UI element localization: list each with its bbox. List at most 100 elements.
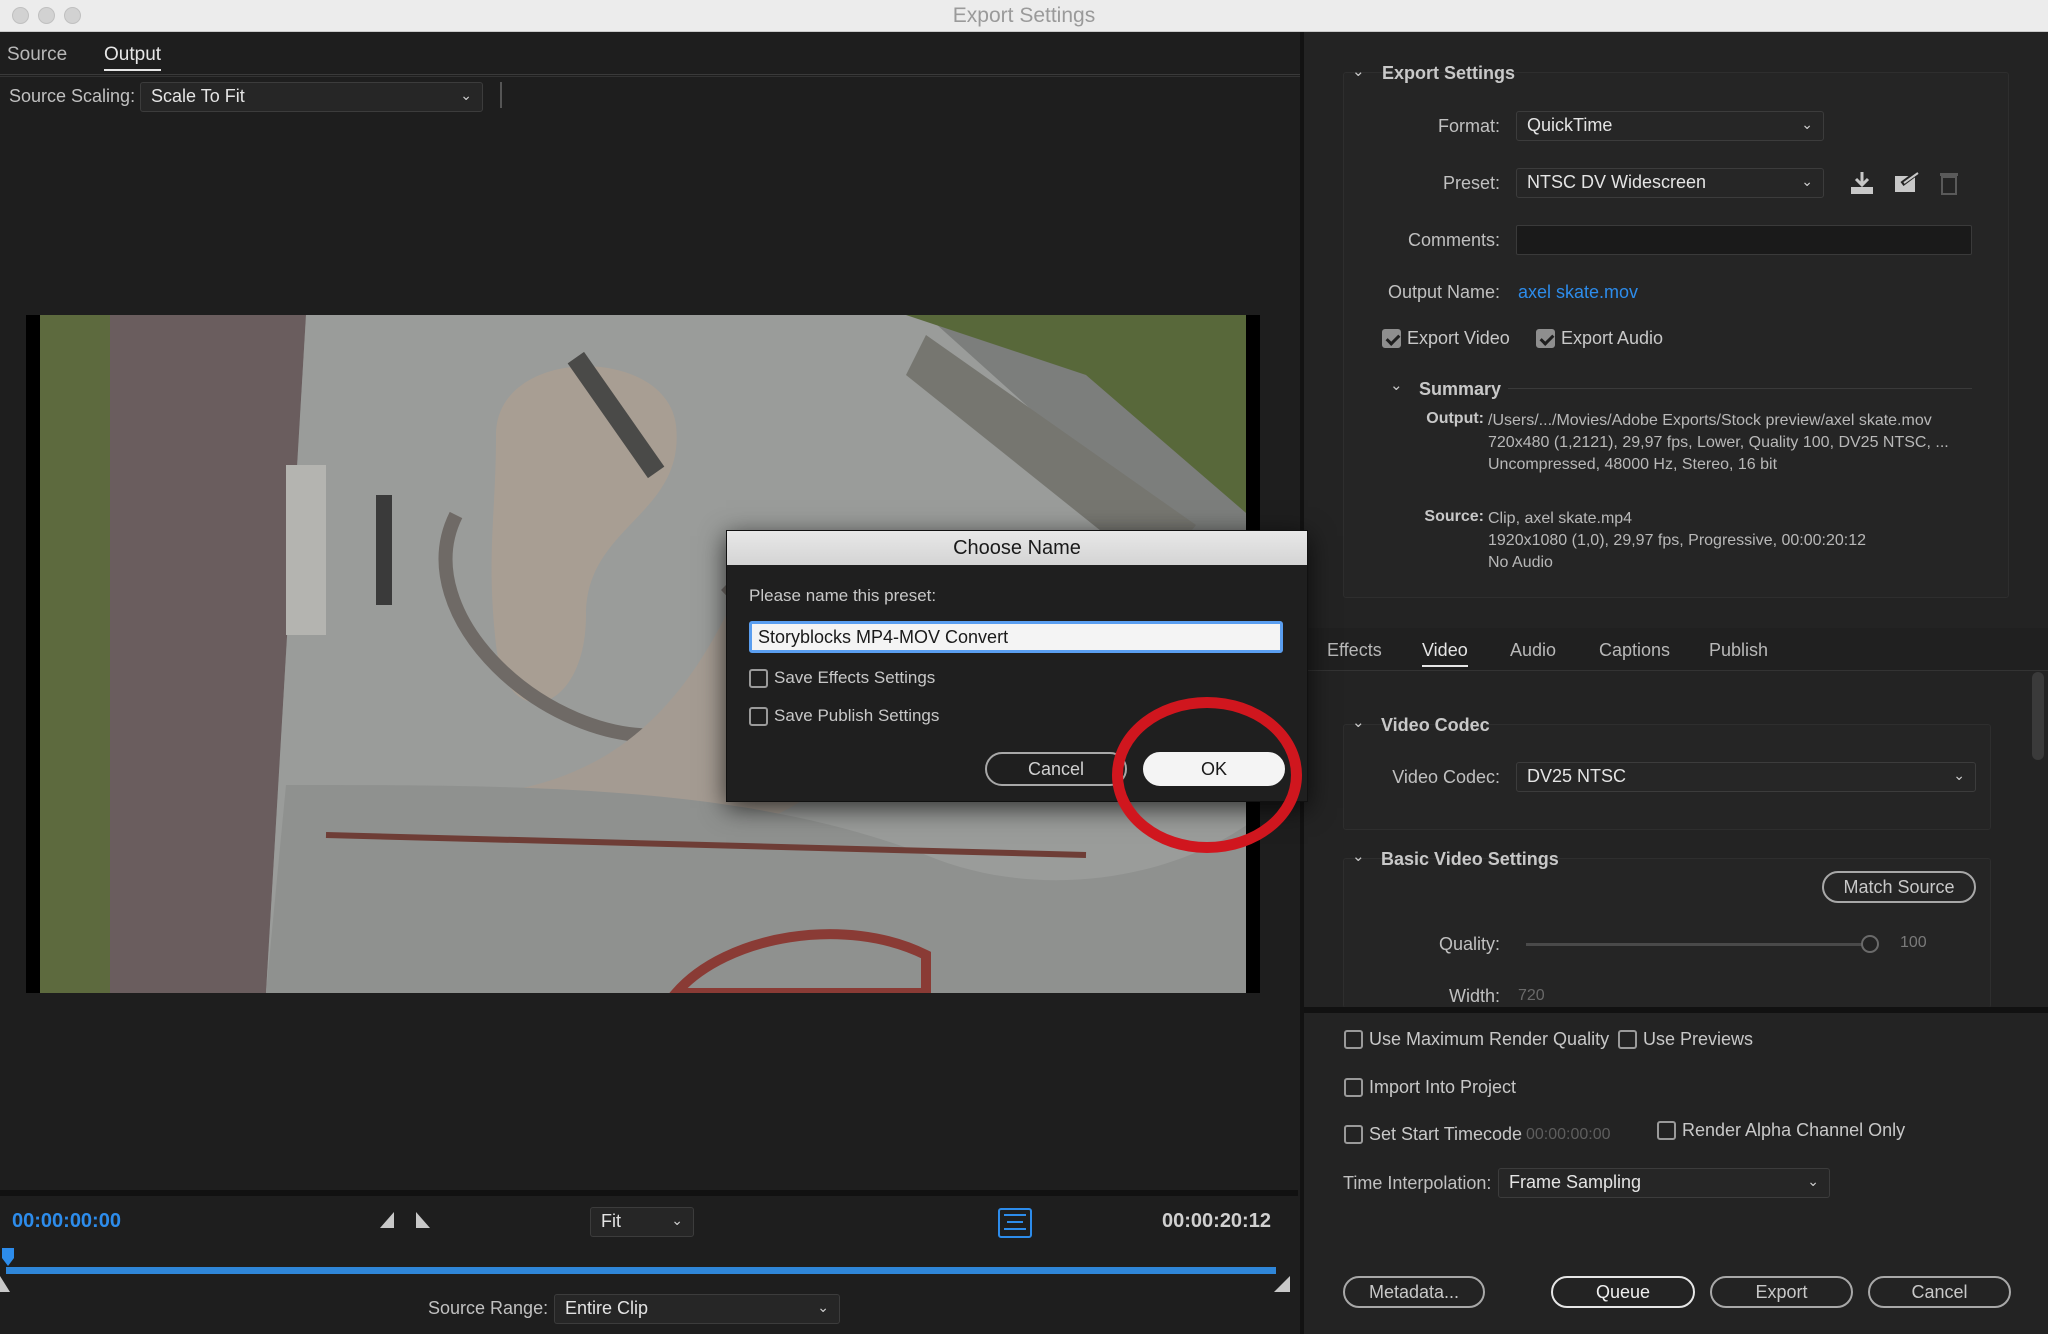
video-codec-title: Video Codec	[1381, 715, 1490, 735]
comments-input[interactable]	[1516, 225, 1972, 255]
import-preset-icon[interactable]	[1892, 170, 1920, 196]
work-area-end-icon[interactable]	[1274, 1276, 1290, 1292]
summary-title: Summary	[1419, 379, 1502, 399]
export-button[interactable]: Export	[1710, 1276, 1853, 1308]
save-publish-checkbox[interactable]: Save Publish Settings	[749, 706, 939, 726]
save-preset-icon[interactable]	[1848, 170, 1876, 196]
match-source-button[interactable]: Match Source	[1822, 871, 1976, 903]
chevron-down-icon: ⌄	[460, 87, 472, 103]
summary-chevron-icon[interactable]: ⌄	[1390, 376, 1403, 394]
collapse-chevron-icon[interactable]: ⌄	[1352, 713, 1365, 731]
preset-dropdown[interactable]: NTSC DV Widescreen ⌄	[1516, 168, 1824, 198]
timeline-scrubber[interactable]	[6, 1267, 1276, 1274]
tab-source[interactable]: Source	[7, 44, 67, 66]
dialog-title: Choose Name	[727, 531, 1307, 565]
tab-captions[interactable]: Captions	[1599, 640, 1670, 661]
basic-video-title: Basic Video Settings	[1381, 849, 1559, 869]
preset-name-input[interactable]	[749, 621, 1283, 653]
time-interpolation-dropdown[interactable]: Frame Sampling ⌄	[1498, 1168, 1830, 1198]
source-scaling-value: Scale To Fit	[151, 86, 245, 106]
quality-value: 100	[1900, 934, 1927, 951]
set-in-point-icon[interactable]	[380, 1212, 394, 1228]
title-bar: Export Settings	[0, 0, 2048, 32]
chevron-down-icon: ⌄	[1807, 1173, 1819, 1189]
export-audio-checkbox[interactable]: Export Audio	[1536, 328, 1663, 349]
settings-scrollbar[interactable]	[2032, 672, 2044, 760]
chevron-down-icon: ⌄	[1953, 767, 1965, 783]
import-into-project-checkbox[interactable]: Import Into Project	[1344, 1077, 1516, 1098]
source-range-dropdown[interactable]: Entire Clip ⌄	[554, 1294, 840, 1324]
source-range-label: Source Range:	[428, 1298, 549, 1318]
toolbar-separator	[500, 82, 502, 108]
summary-output-key: Output:	[1426, 410, 1484, 427]
save-effects-label: Save Effects Settings	[774, 668, 936, 687]
max-render-quality-checkbox[interactable]: Use Maximum Render Quality	[1344, 1029, 1609, 1050]
tab-video[interactable]: Video	[1422, 640, 1468, 667]
source-scaling-label: Source Scaling:	[9, 86, 136, 106]
format-value: QuickTime	[1527, 115, 1613, 135]
set-start-timecode-label: Set Start Timecode	[1369, 1124, 1523, 1144]
source-range-value: Entire Clip	[565, 1298, 649, 1318]
summary-output-line-1: /Users/.../Movies/Adobe Exports/Stock pr…	[1488, 412, 1932, 429]
zoom-value: Fit	[601, 1211, 621, 1231]
export-video-checkbox[interactable]: Export Video	[1382, 328, 1510, 349]
summary-source-key: Source:	[1424, 508, 1484, 525]
format-label: Format:	[1437, 116, 1500, 136]
set-start-timecode-checkbox[interactable]: Set Start Timecode	[1344, 1124, 1522, 1145]
comments-label: Comments:	[1407, 230, 1500, 250]
cancel-button[interactable]: Cancel	[1868, 1276, 2011, 1308]
current-timecode[interactable]: 00:00:00:00	[12, 1210, 121, 1233]
work-area-start-icon[interactable]	[0, 1276, 10, 1292]
source-scaling-dropdown[interactable]: Scale To Fit ⌄	[140, 82, 483, 112]
tab-effects[interactable]: Effects	[1327, 640, 1382, 661]
window-title: Export Settings	[952, 4, 1096, 27]
render-alpha-checkbox[interactable]: Render Alpha Channel Only	[1657, 1120, 1905, 1141]
set-out-point-icon[interactable]	[416, 1212, 430, 1228]
delete-preset-icon[interactable]	[1938, 170, 1960, 196]
max-render-quality-label: Use Maximum Render Quality	[1369, 1029, 1610, 1049]
export-video-label: Export Video	[1407, 328, 1510, 348]
zoom-dropdown[interactable]: Fit ⌄	[590, 1207, 694, 1237]
save-publish-label: Save Publish Settings	[774, 706, 940, 725]
ok-highlight-circle	[1112, 697, 1302, 853]
quality-slider[interactable]	[1526, 943, 1870, 946]
quality-slider-knob[interactable]	[1861, 935, 1879, 953]
tab-bar-divider	[1304, 670, 2048, 671]
render-alpha-label: Render Alpha Channel Only	[1682, 1120, 1906, 1140]
use-previews-label: Use Previews	[1643, 1029, 1754, 1049]
tab-output[interactable]: Output	[104, 44, 162, 71]
aspect-correction-icon[interactable]	[998, 1208, 1032, 1238]
save-effects-checkbox[interactable]: Save Effects Settings	[749, 668, 935, 688]
checkbox-icon	[1618, 1030, 1637, 1049]
tab-audio[interactable]: Audio	[1510, 640, 1556, 661]
export-settings-title: Export Settings	[1382, 63, 1516, 83]
format-dropdown[interactable]: QuickTime ⌄	[1516, 111, 1824, 141]
video-codec-value: DV25 NTSC	[1527, 766, 1627, 786]
width-label: Width:	[1448, 986, 1500, 1006]
collapse-chevron-icon[interactable]: ⌄	[1352, 62, 1365, 80]
chevron-down-icon: ⌄	[1801, 116, 1813, 132]
playback-divider	[0, 1190, 1298, 1196]
summary-output-line-3: Uncompressed, 48000 Hz, Stereo, 16 bit	[1488, 456, 1778, 473]
checkbox-icon	[749, 668, 768, 688]
summary-source-line-3: No Audio	[1488, 554, 1553, 571]
use-previews-checkbox[interactable]: Use Previews	[1618, 1029, 1753, 1050]
time-interpolation-value: Frame Sampling	[1509, 1172, 1642, 1192]
tab-publish[interactable]: Publish	[1709, 640, 1768, 661]
video-codec-dropdown[interactable]: DV25 NTSC ⌄	[1516, 762, 1976, 792]
tab-divider	[0, 76, 1300, 77]
start-timecode-value: 00:00:00:00	[1526, 1126, 1611, 1143]
playhead-icon[interactable]	[2, 1248, 14, 1266]
settings-split-divider	[1304, 1007, 2048, 1013]
export-audio-label: Export Audio	[1561, 328, 1664, 348]
metadata-button[interactable]: Metadata...	[1343, 1276, 1485, 1308]
queue-button[interactable]: Queue	[1551, 1276, 1695, 1308]
video-codec-label: Video Codec:	[1392, 767, 1500, 787]
time-interpolation-label: Time Interpolation:	[1343, 1173, 1492, 1193]
dialog-cancel-button[interactable]: Cancel	[985, 752, 1127, 786]
collapse-chevron-icon[interactable]: ⌄	[1352, 847, 1365, 865]
output-name-label: Output Name:	[1387, 282, 1500, 302]
settings-tab-bar	[1304, 628, 2048, 670]
quality-label: Quality:	[1438, 934, 1500, 954]
output-name-link[interactable]: axel skate.mov	[1518, 282, 1638, 303]
